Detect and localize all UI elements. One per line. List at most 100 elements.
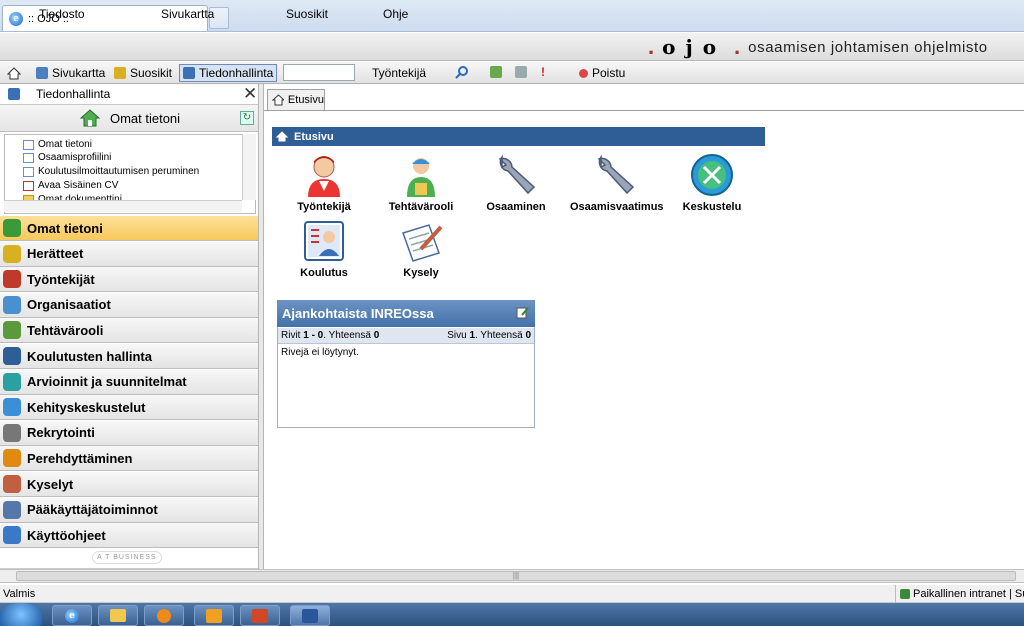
accordion-icon xyxy=(3,295,21,314)
pdf-icon xyxy=(23,180,34,191)
add-button[interactable] xyxy=(490,66,502,81)
tree-item[interactable]: Osaamisprofiilini xyxy=(23,152,111,163)
accordion-item-11[interactable]: Pääkäyttäjätoiminnot xyxy=(0,497,258,523)
ie-icon: e xyxy=(9,11,23,26)
taskbar-outlook-button[interactable] xyxy=(194,605,234,626)
news-edit-button[interactable] xyxy=(516,306,529,322)
menu-suosikit[interactable]: Suosikit xyxy=(286,7,328,21)
accordion-item-8[interactable]: Rekrytointi xyxy=(0,420,258,446)
sitemap-icon xyxy=(36,67,48,79)
app-3[interactable]: Osaamisvaatimus xyxy=(570,152,664,213)
tree-item[interactable]: Omat tietoni xyxy=(23,139,92,150)
suosikit-button[interactable]: Suosikit xyxy=(111,64,175,82)
app-2[interactable]: Osaaminen xyxy=(471,152,561,213)
news-empty-message: Rivejä ei löytynyt. xyxy=(281,347,359,358)
accordion-item-5[interactable]: Koulutusten hallinta xyxy=(0,344,258,369)
app-label: Keskustelu xyxy=(682,201,742,213)
worker-icon xyxy=(301,152,347,198)
search-button[interactable] xyxy=(455,65,469,82)
wrench-icon xyxy=(592,152,638,198)
alert-button[interactable]: ! xyxy=(541,65,545,79)
accordion-item-0[interactable]: Omat tietoni xyxy=(0,216,258,241)
left-panel-subtitle: Omat tietoni xyxy=(109,110,181,126)
discussion-icon xyxy=(689,152,735,198)
accordion-item-7[interactable]: Kehityskeskustelut xyxy=(0,395,258,421)
accordion-icon xyxy=(3,423,21,442)
accordion-item-6[interactable]: Arvioinnit ja suunnitelmat xyxy=(0,369,258,395)
search-input[interactable] xyxy=(283,64,355,81)
app-4[interactable]: Keskustelu xyxy=(667,152,757,213)
logout-button[interactable]: Poistu xyxy=(576,64,628,82)
accordion-icon xyxy=(3,500,21,519)
taskbar-ie-button[interactable]: e xyxy=(52,605,92,626)
tree-item[interactable]: Avaa Sisäinen CV xyxy=(23,180,118,191)
app-label: Osaamisvaatimus xyxy=(570,201,664,213)
start-button[interactable] xyxy=(0,603,42,626)
home-button[interactable] xyxy=(4,64,24,82)
print-button[interactable] xyxy=(515,66,527,81)
folder-icon xyxy=(110,609,126,622)
tree-vertical-scrollbar[interactable] xyxy=(242,134,256,200)
accordion-item-9[interactable]: Perehdyttäminen xyxy=(0,446,258,472)
left-panel-subheader: Omat tietoni xyxy=(0,105,260,132)
refresh-button[interactable]: ↻ xyxy=(240,111,254,125)
news-title: Ajankohtaista INREOssa xyxy=(282,306,434,321)
tree-horizontal-scrollbar[interactable] xyxy=(4,200,242,212)
accordion-item-10[interactable]: Kyselyt xyxy=(0,472,258,497)
accordion-icon xyxy=(3,270,21,289)
edit-note-icon xyxy=(516,307,529,319)
status-bar xyxy=(0,585,1024,603)
outlook-icon xyxy=(206,608,222,623)
accordion-label: Rekrytointi xyxy=(27,425,95,441)
app-6[interactable]: Kysely xyxy=(376,218,466,279)
taskbar-explorer-button[interactable] xyxy=(98,605,138,626)
home-icon xyxy=(276,131,288,142)
security-zone: Paikallinen intranet | Suoj xyxy=(895,585,1024,603)
data-management-icon xyxy=(183,67,195,79)
accordion-icon xyxy=(3,347,21,365)
menu-sivukartta[interactable]: Sivukartta xyxy=(161,7,214,21)
taskbar-word-button[interactable] xyxy=(290,605,330,626)
taskbar-media-button[interactable] xyxy=(144,605,184,626)
accordion-item-3[interactable]: Organisaatiot xyxy=(0,292,258,318)
accordion-label: Organisaatiot xyxy=(27,297,111,313)
menu-tiedosto[interactable]: Tiedosto xyxy=(39,7,85,21)
accordion-item-4[interactable]: Tehtävärooli xyxy=(0,318,258,344)
accordion-label: Tehtävärooli xyxy=(27,322,104,338)
tree-item[interactable]: Koulutusilmoittautumisen peruminen xyxy=(23,166,199,177)
accordion-label: Herätteet xyxy=(27,246,84,262)
accordion-item-1[interactable]: Herätteet xyxy=(0,241,258,267)
home-icon xyxy=(7,66,21,79)
scrollbar-thumb[interactable]: ||| xyxy=(16,571,1016,581)
tab-etusivu[interactable]: Etusivu xyxy=(267,89,325,110)
app-5[interactable]: Koulutus xyxy=(279,218,369,279)
logout-label: Poistu xyxy=(592,66,626,80)
section-title: Etusivu xyxy=(294,130,334,143)
sivukartta-button[interactable]: Sivukartta xyxy=(33,64,108,82)
accordion-label: Omat tietoni xyxy=(27,220,103,236)
status-text: Valmis xyxy=(3,588,36,600)
taskbar-powerpoint-button[interactable] xyxy=(240,605,280,626)
logo-tagline: osaamisen johtamisen ohjelmisto xyxy=(748,38,988,56)
search-scope-select[interactable]: Työntekijä xyxy=(368,64,454,81)
accordion-label: Pääkäyttäjätoiminnot xyxy=(27,502,158,518)
ie-icon: e xyxy=(65,608,79,623)
close-panel-button[interactable]: ✕ xyxy=(243,84,257,104)
news-panel-header: Ajankohtaista INREOssa xyxy=(277,300,535,327)
app-label: Työntekijä xyxy=(297,201,351,213)
accordion-icon xyxy=(3,219,21,237)
print-icon xyxy=(515,66,527,78)
app-label: Osaaminen xyxy=(486,201,546,213)
accordion-icon xyxy=(3,398,21,417)
tiedonhallinta-button[interactable]: Tiedonhallinta xyxy=(179,64,278,82)
app-1[interactable]: Tehtävärooli xyxy=(376,152,466,213)
accordion-icon xyxy=(3,244,21,263)
accordion-label: Arvioinnit ja suunnitelmat xyxy=(27,374,187,390)
accordion-label: Kyselyt xyxy=(27,476,74,492)
accordion-label: Perehdyttäminen xyxy=(27,450,133,466)
accordion-item-2[interactable]: Työntekijät xyxy=(0,267,258,293)
menu-ohje[interactable]: Ohje xyxy=(383,7,408,21)
panel-splitter[interactable] xyxy=(258,84,264,570)
app-0[interactable]: Työntekijä xyxy=(279,152,369,213)
accordion-item-12[interactable]: Käyttöohjeet xyxy=(0,523,258,549)
